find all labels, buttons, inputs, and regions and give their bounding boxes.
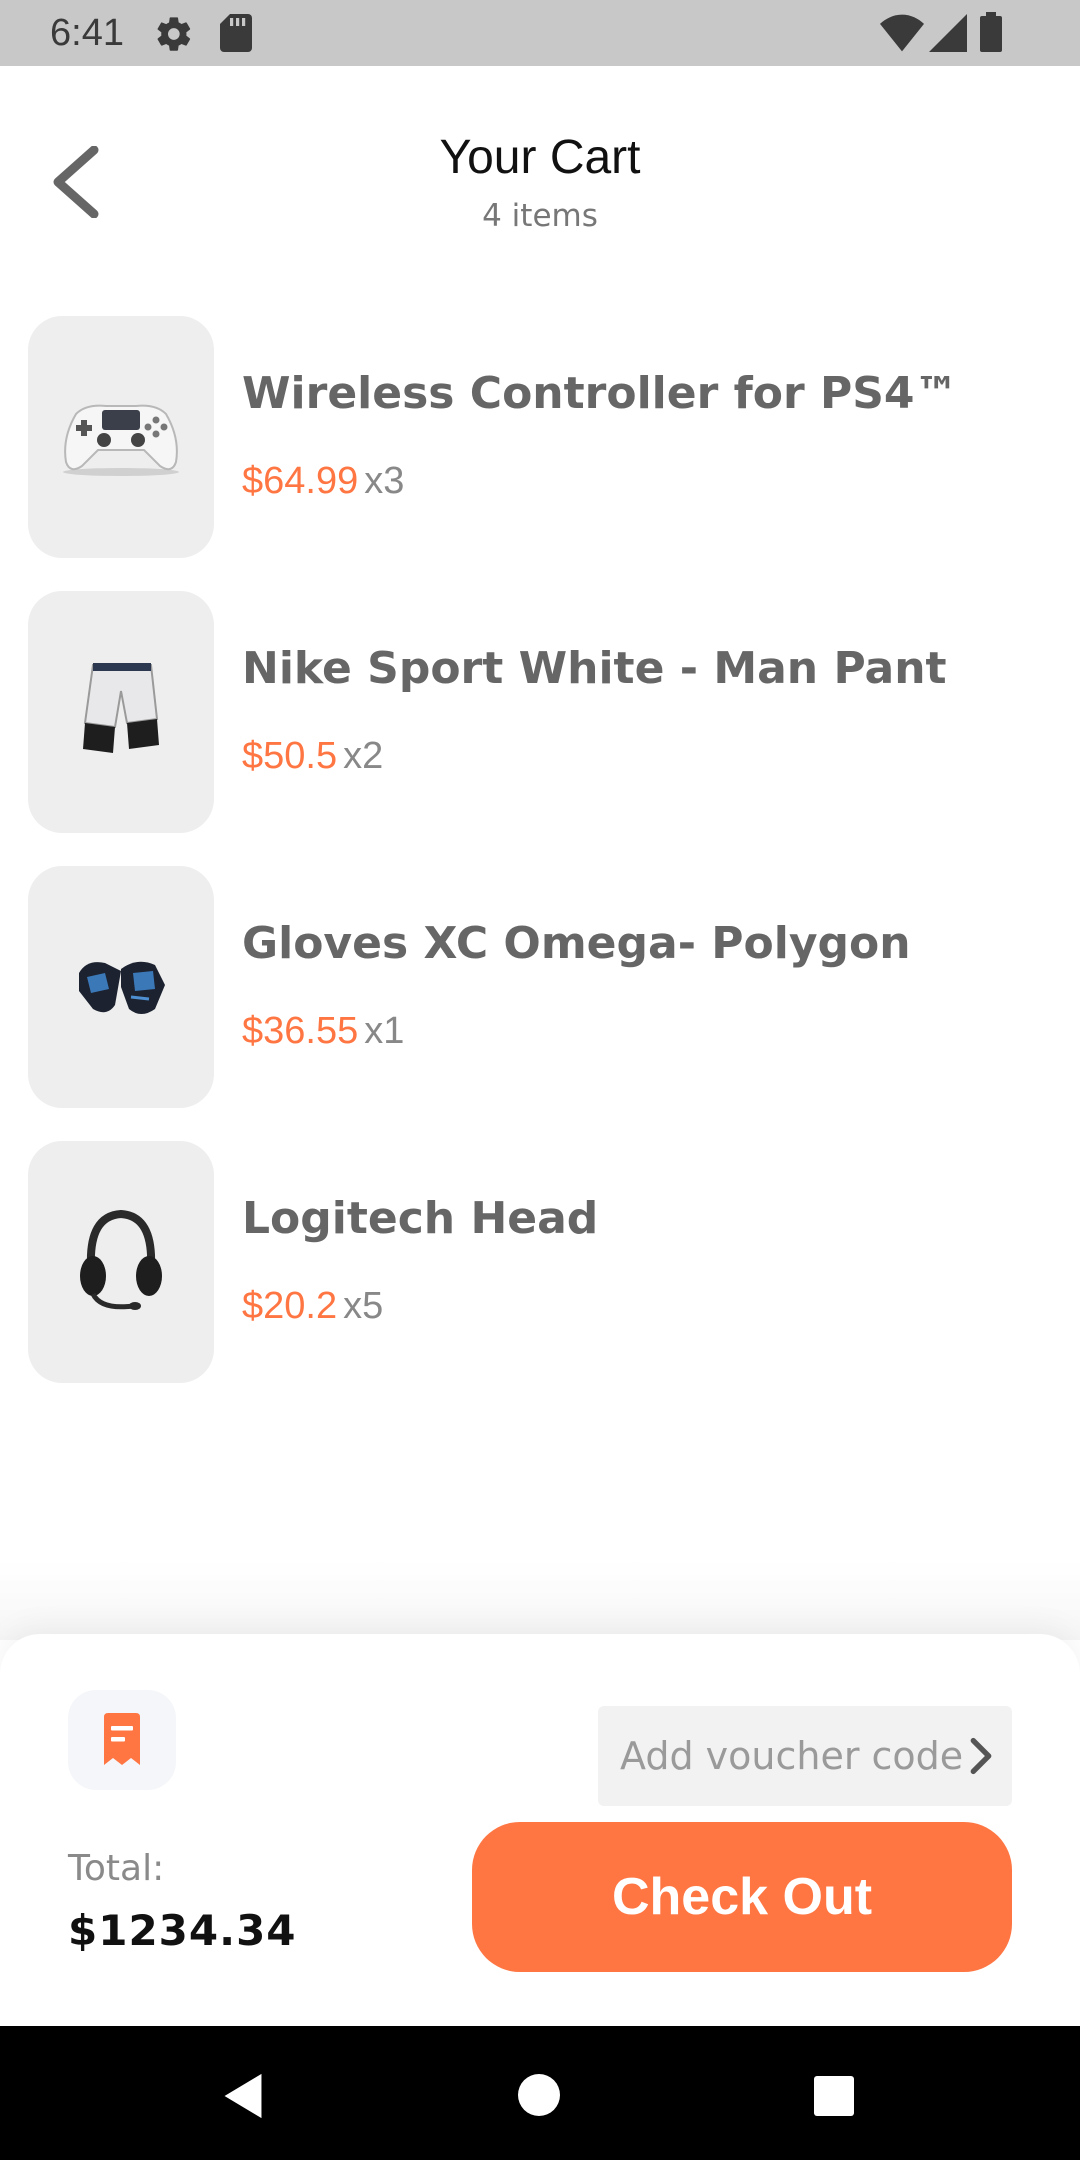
chevron-right-icon (970, 1737, 992, 1775)
status-time: 6:41 (50, 12, 124, 54)
system-nav-bar (0, 2026, 1080, 2160)
item-price-line: $36.55 x1 (242, 1010, 404, 1053)
voucher-placeholder: Add voucher code (620, 1734, 964, 1778)
total-value: $1234.34 (68, 1906, 297, 1955)
item-thumbnail (28, 1141, 214, 1383)
item-name: Gloves XC Omega- Polygon (242, 918, 911, 969)
cart-item[interactable]: Wireless Controller for PS4™ $64.99 x3 (28, 316, 1048, 558)
cart-item[interactable]: Logitech Head $20.2 x5 (28, 1141, 1048, 1383)
item-count: 4 items (482, 198, 598, 234)
wifi-icon (880, 14, 924, 52)
panel-fade (0, 1560, 1080, 1640)
item-price: $64.99 (242, 460, 359, 502)
item-name: Logitech Head (242, 1193, 599, 1244)
nav-recents-icon[interactable] (814, 2076, 854, 2116)
item-price: $36.55 (242, 1010, 359, 1052)
item-thumbnail (28, 591, 214, 833)
receipt-button[interactable] (68, 1690, 176, 1790)
nav-back-icon[interactable] (220, 2072, 266, 2120)
item-price-line: $20.2 x5 (242, 1285, 383, 1328)
item-price-line: $64.99 x3 (242, 460, 404, 503)
gear-icon (157, 17, 191, 51)
game-controller-image (63, 404, 179, 476)
item-price: $50.5 (242, 735, 338, 777)
item-quantity: x5 (343, 1285, 384, 1327)
headset-image (80, 1209, 162, 1310)
nav-home-icon[interactable] (518, 2074, 560, 2116)
item-price: $20.2 (242, 1285, 338, 1327)
battery-icon (980, 12, 1002, 52)
item-price-line: $50.5 x2 (242, 735, 383, 778)
total-label: Total: (68, 1848, 165, 1889)
item-quantity: x2 (343, 735, 384, 777)
gloves-image (79, 961, 165, 1014)
item-name: Nike Sport White - Man Pant (242, 643, 947, 694)
signal-icon (929, 14, 967, 52)
item-thumbnail (28, 866, 214, 1108)
receipt-icon (104, 1713, 140, 1765)
item-quantity: x3 (364, 460, 405, 502)
item-name: Wireless Controller for PS4™ (242, 368, 959, 419)
cart-item[interactable]: Nike Sport White - Man Pant $50.5 x2 (28, 591, 1048, 833)
sd-card-icon (220, 14, 252, 52)
item-thumbnail (28, 316, 214, 558)
status-bar: 6:41 (0, 0, 1080, 66)
cart-item[interactable]: Gloves XC Omega- Polygon $36.55 x1 (28, 866, 1048, 1108)
item-quantity: x1 (364, 1010, 405, 1052)
checkout-button[interactable]: Check Out (472, 1822, 1012, 1972)
add-voucher-button[interactable]: Add voucher code (598, 1706, 1012, 1806)
page-title: Your Cart (439, 131, 641, 184)
shorts-image (83, 663, 159, 753)
